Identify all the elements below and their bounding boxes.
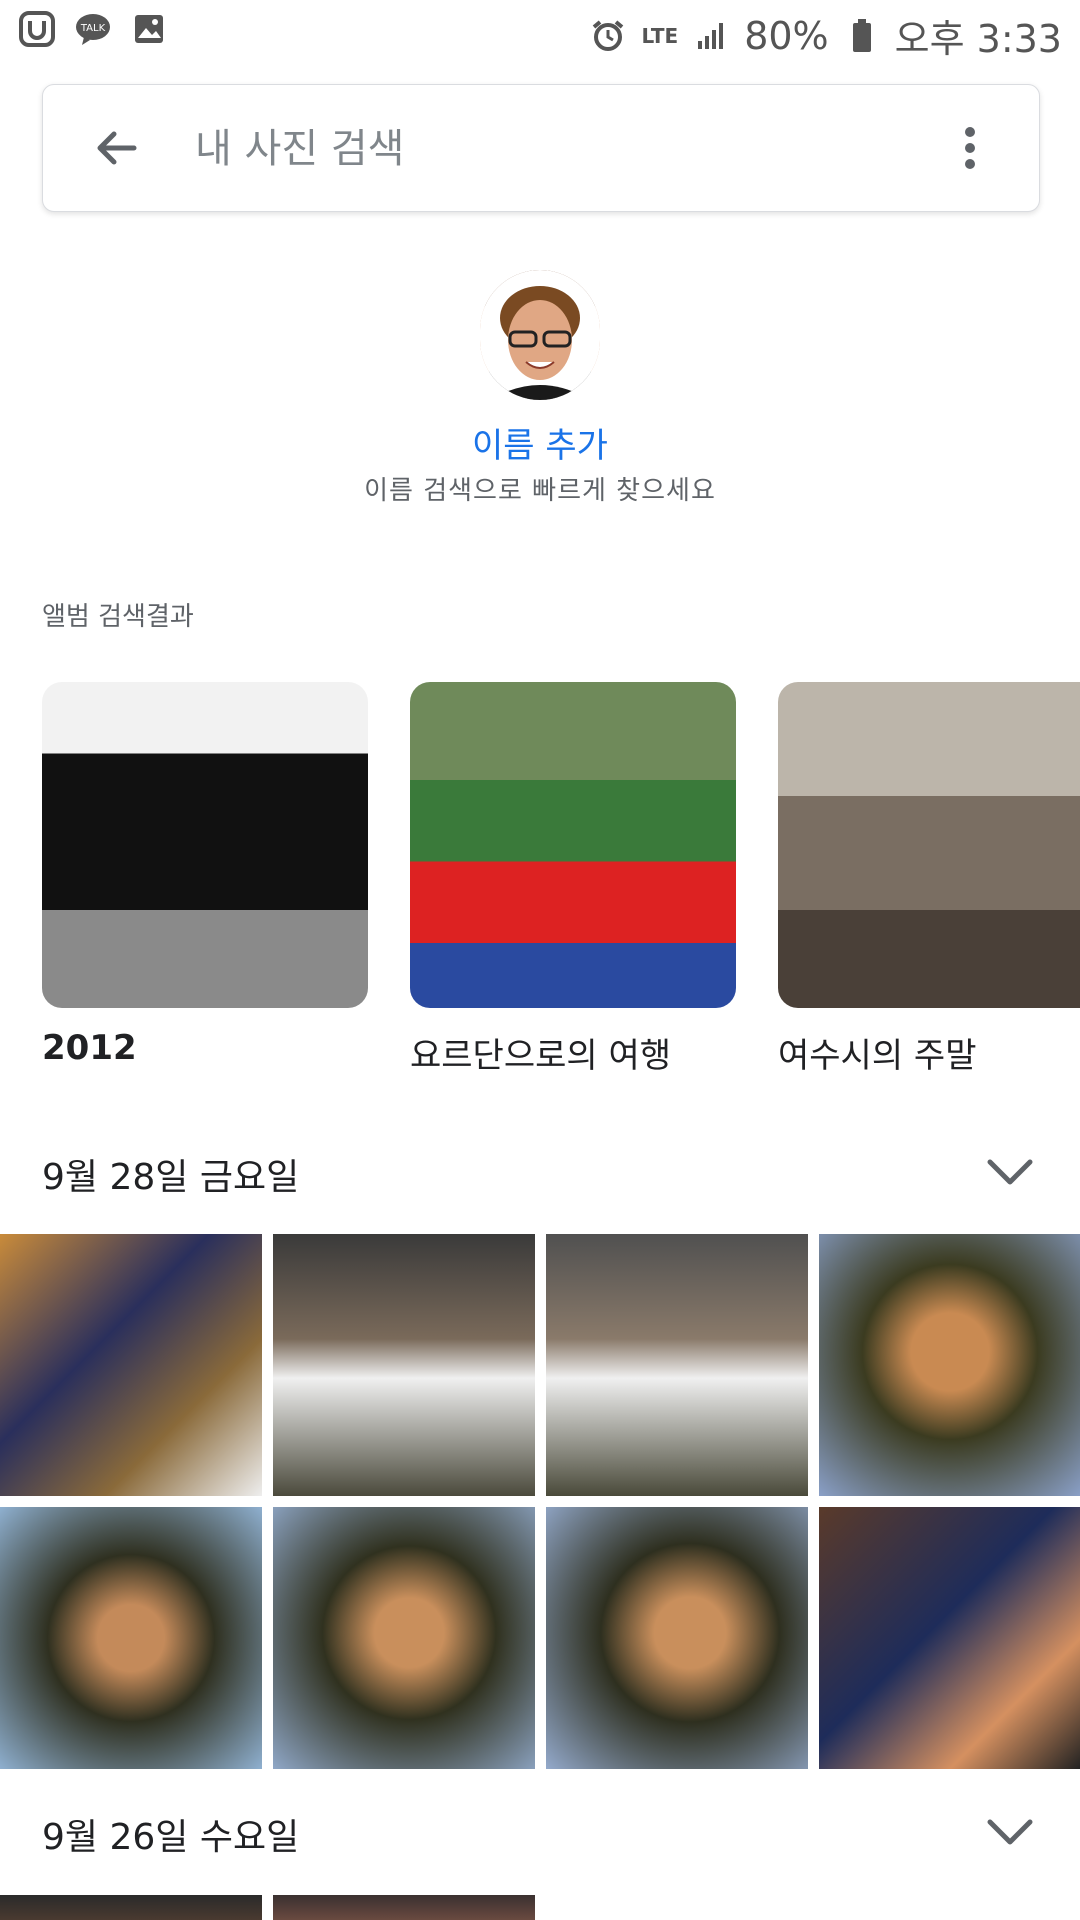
photo-thumbnail[interactable] xyxy=(546,1507,808,1769)
album-cover-image xyxy=(778,682,1080,1008)
album-title: 여수시의 주말 xyxy=(778,1036,977,1076)
photo-thumbnail[interactable] xyxy=(546,1234,808,1496)
clock: 오후 3:33 xyxy=(894,17,1062,61)
battery-percent: 80% xyxy=(744,13,829,58)
person-face-thumbnail[interactable] xyxy=(480,270,600,400)
photo-thumbnail[interactable] xyxy=(273,1507,535,1769)
chevron-down-icon xyxy=(987,1819,1033,1845)
more-options-button[interactable] xyxy=(937,115,1003,181)
photo-thumbnail[interactable] xyxy=(273,1234,535,1496)
photo-thumbnail[interactable] xyxy=(819,1234,1080,1496)
add-name-link[interactable]: 이름 추가 xyxy=(0,418,1080,467)
battery-icon xyxy=(843,17,881,55)
photo-thumbnail[interactable] xyxy=(0,1507,262,1769)
search-input[interactable] xyxy=(193,113,957,185)
gallery-icon xyxy=(130,10,168,48)
search-bar xyxy=(42,84,1040,212)
album-cover-image xyxy=(410,682,736,1008)
photo-thumbnail[interactable] xyxy=(273,1895,535,1920)
svg-text:TALK: TALK xyxy=(80,23,106,34)
status-bar: TALK LTE 80% 오후 3:33 xyxy=(0,0,1080,62)
add-name-hint: 이름 검색으로 빠르게 찾으세요 xyxy=(364,476,716,506)
chevron-down-icon xyxy=(987,1159,1033,1185)
date-group-header: 9월 26일 수요일 xyxy=(42,1817,300,1858)
select-group-button[interactable] xyxy=(980,1802,1040,1862)
album-card[interactable]: 2012 xyxy=(42,682,368,1068)
alarm-icon xyxy=(589,17,627,55)
arrow-left-icon xyxy=(97,131,137,165)
date-group-header: 9월 28일 금요일 xyxy=(42,1157,300,1198)
signal-icon xyxy=(692,17,730,55)
back-button[interactable] xyxy=(83,115,149,181)
photo-thumbnail[interactable] xyxy=(819,1507,1080,1769)
photo-grid xyxy=(0,1895,1080,1920)
album-title: 2012 xyxy=(42,1028,137,1068)
album-cover-image xyxy=(42,682,368,1008)
photo-grid xyxy=(0,1234,1080,1769)
u-plus-icon xyxy=(18,10,56,48)
album-card[interactable]: 여수시의 주말 xyxy=(778,682,1080,1077)
album-card[interactable]: 요르단으로의 여행 xyxy=(410,682,736,1077)
network-type: LTE xyxy=(641,23,679,48)
album-results-heading: 앨범 검색결과 xyxy=(42,602,194,632)
photo-thumbnail[interactable] xyxy=(0,1895,262,1920)
select-group-button[interactable] xyxy=(980,1142,1040,1202)
photo-thumbnail[interactable] xyxy=(0,1234,262,1496)
album-title: 요르단으로의 여행 xyxy=(410,1036,672,1076)
kakaotalk-icon: TALK xyxy=(74,10,112,48)
more-vert-icon xyxy=(965,127,975,169)
